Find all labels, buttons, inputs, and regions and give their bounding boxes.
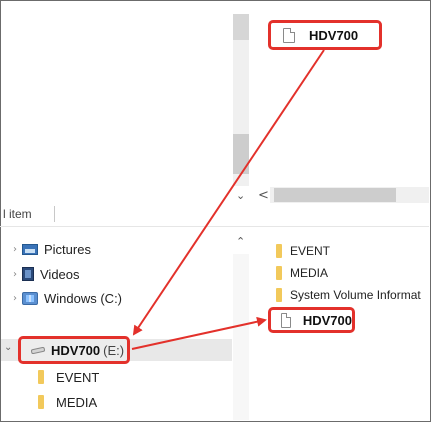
arrow-drive-to-file bbox=[131, 316, 267, 350]
annotation-arrows bbox=[131, 49, 325, 350]
arrow-callout-to-drive bbox=[132, 49, 325, 336]
